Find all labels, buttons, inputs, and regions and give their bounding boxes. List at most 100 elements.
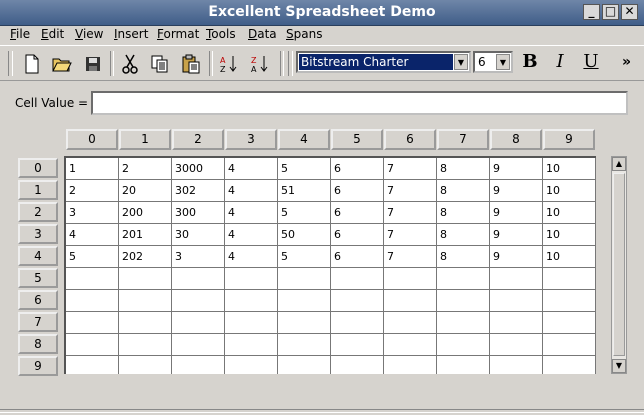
paste-button[interactable] (177, 50, 204, 77)
cell[interactable]: 6 (331, 180, 384, 202)
cell[interactable]: 51 (278, 180, 331, 202)
font-size-combo[interactable]: 6 ▼ (473, 51, 513, 73)
cell[interactable]: 5 (66, 246, 119, 268)
column-header[interactable]: 3 (225, 129, 277, 150)
cell[interactable] (437, 268, 490, 290)
column-header[interactable]: 2 (172, 129, 224, 150)
cell[interactable]: 10 (543, 158, 596, 180)
column-header[interactable]: 9 (543, 129, 595, 150)
cell[interactable] (543, 290, 596, 312)
cell[interactable]: 2 (66, 180, 119, 202)
cell[interactable] (172, 356, 225, 374)
row-header[interactable]: 0 (18, 158, 58, 178)
cell[interactable] (437, 312, 490, 334)
close-button[interactable]: ✕ (621, 4, 638, 20)
cell[interactable] (384, 334, 437, 356)
cell[interactable] (437, 290, 490, 312)
menu-tools[interactable]: Tools (206, 27, 236, 41)
menu-data[interactable]: Data (248, 27, 277, 41)
cell[interactable] (225, 356, 278, 374)
cell[interactable]: 4 (225, 158, 278, 180)
column-header[interactable]: 8 (490, 129, 542, 150)
menu-file[interactable]: File (10, 27, 30, 41)
minimize-button[interactable]: _ (583, 4, 600, 20)
scroll-down-arrow-icon[interactable]: ▼ (612, 359, 626, 373)
cell[interactable]: 4 (66, 224, 119, 246)
cell[interactable]: 8 (437, 246, 490, 268)
cell[interactable]: 1 (66, 158, 119, 180)
cell[interactable] (172, 334, 225, 356)
cell[interactable]: 9 (490, 158, 543, 180)
cell[interactable]: 6 (331, 202, 384, 224)
column-header[interactable]: 5 (331, 129, 383, 150)
cell[interactable] (490, 334, 543, 356)
cell[interactable]: 302 (172, 180, 225, 202)
cell[interactable]: 300 (172, 202, 225, 224)
row-header[interactable]: 9 (18, 356, 58, 376)
cell[interactable]: 9 (490, 180, 543, 202)
row-header[interactable]: 7 (18, 312, 58, 332)
cell[interactable] (543, 356, 596, 374)
cell[interactable]: 10 (543, 180, 596, 202)
cell[interactable]: 6 (331, 158, 384, 180)
cell[interactable] (543, 268, 596, 290)
cell[interactable] (331, 290, 384, 312)
cell[interactable] (119, 268, 172, 290)
row-header[interactable]: 2 (18, 202, 58, 222)
cell[interactable] (278, 356, 331, 374)
cell[interactable] (490, 356, 543, 374)
menu-view[interactable]: View (75, 27, 103, 41)
cell[interactable]: 5 (278, 202, 331, 224)
row-header[interactable]: 8 (18, 334, 58, 354)
cell[interactable] (172, 290, 225, 312)
cell[interactable]: 5 (278, 158, 331, 180)
cell[interactable]: 5 (278, 246, 331, 268)
cell[interactable]: 50 (278, 224, 331, 246)
cell[interactable]: 6 (331, 246, 384, 268)
cell[interactable] (490, 268, 543, 290)
cell[interactable] (172, 268, 225, 290)
cell[interactable]: 6 (331, 224, 384, 246)
cell[interactable] (225, 312, 278, 334)
cell[interactable]: 2 (119, 158, 172, 180)
chevron-down-icon[interactable]: ▼ (496, 54, 510, 70)
cell[interactable]: 4 (225, 246, 278, 268)
cell[interactable]: 201 (119, 224, 172, 246)
cell[interactable] (437, 356, 490, 374)
cell[interactable]: 10 (543, 224, 596, 246)
row-header[interactable]: 6 (18, 290, 58, 310)
cell[interactable]: 30 (172, 224, 225, 246)
cell[interactable]: 8 (437, 224, 490, 246)
cell[interactable] (278, 312, 331, 334)
vertical-scrollbar[interactable]: ▲ ▼ (611, 156, 627, 374)
cell[interactable]: 3 (172, 246, 225, 268)
row-header[interactable]: 5 (18, 268, 58, 288)
cut-button[interactable] (116, 50, 143, 77)
cell[interactable]: 7 (384, 246, 437, 268)
scroll-up-arrow-icon[interactable]: ▲ (612, 157, 626, 171)
cell[interactable] (119, 356, 172, 374)
cell[interactable] (490, 312, 543, 334)
menu-edit[interactable]: Edit (41, 27, 64, 41)
column-header[interactable]: 1 (119, 129, 171, 150)
cell[interactable] (278, 290, 331, 312)
cell[interactable] (119, 334, 172, 356)
row-header[interactable]: 4 (18, 246, 58, 266)
new-file-button[interactable] (18, 50, 45, 77)
cell[interactable]: 7 (384, 202, 437, 224)
maximize-button[interactable]: □ (602, 4, 619, 20)
cell[interactable]: 8 (437, 180, 490, 202)
cell[interactable] (66, 268, 119, 290)
cell[interactable]: 200 (119, 202, 172, 224)
menu-insert[interactable]: Insert (114, 27, 148, 41)
cell[interactable] (66, 290, 119, 312)
cell[interactable] (225, 290, 278, 312)
toolbar-overflow-button[interactable]: » (622, 54, 631, 70)
row-header[interactable]: 3 (18, 224, 58, 244)
bold-button[interactable]: B (517, 50, 543, 74)
cell[interactable] (384, 356, 437, 374)
underline-button[interactable]: U (578, 50, 604, 74)
cell[interactable]: 9 (490, 224, 543, 246)
cell[interactable]: 7 (384, 158, 437, 180)
sort-ascending-button[interactable]: AZ (215, 50, 242, 77)
